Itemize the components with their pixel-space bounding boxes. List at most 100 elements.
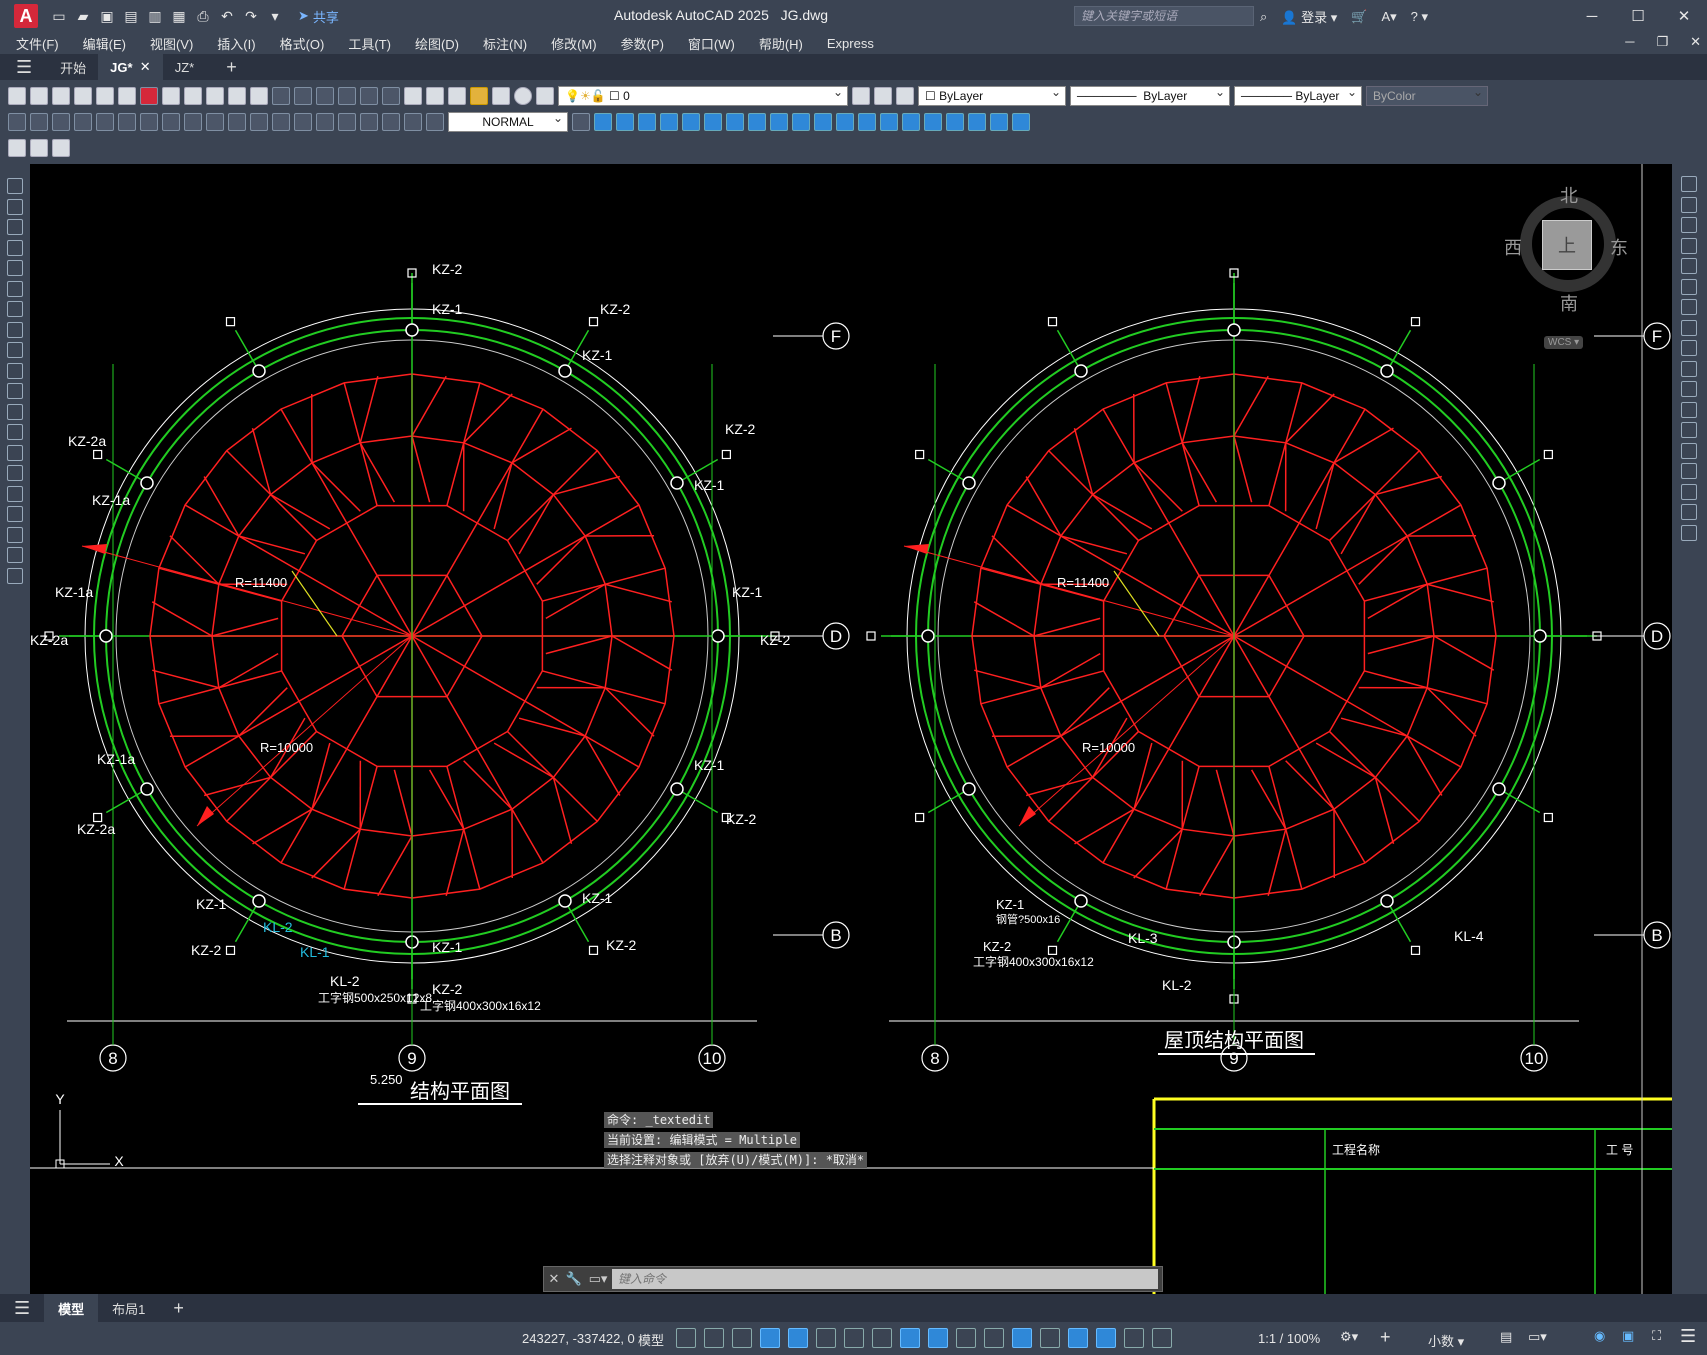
viewcube-north[interactable]: 北 (1560, 182, 1578, 208)
explode-icon[interactable] (1681, 524, 1697, 541)
dim-linear-icon[interactable] (8, 113, 26, 131)
modify-5-icon[interactable] (682, 113, 700, 131)
new-tab-icon[interactable]: + (214, 54, 249, 80)
preview-icon[interactable] (96, 87, 114, 105)
modify-17-icon[interactable] (946, 113, 964, 131)
customize-qat-icon[interactable]: ▾ (266, 7, 284, 25)
polyline-icon[interactable] (7, 198, 23, 215)
dim-edit-icon[interactable] (382, 113, 400, 131)
new-file-icon[interactable]: ▭ (50, 7, 68, 25)
extend-icon[interactable] (1681, 381, 1697, 397)
add-selected-icon[interactable] (7, 567, 23, 584)
menu-express[interactable]: Express (827, 36, 886, 51)
dynamic-input-icon[interactable] (760, 1328, 780, 1348)
mirror-icon[interactable] (1681, 217, 1697, 233)
design-center-icon[interactable] (426, 87, 444, 105)
doc-minimize-icon[interactable]: ─ (1625, 34, 1634, 50)
dim-text-edit-icon[interactable] (404, 113, 422, 131)
command-customize-icon[interactable]: 🔧 (564, 1271, 584, 1287)
region-icon[interactable] (7, 506, 23, 522)
menu-file[interactable]: 文件(F) (16, 34, 71, 53)
search-input[interactable]: 键入关键字或短语 (1074, 6, 1254, 26)
zoom-window-icon[interactable] (360, 87, 378, 105)
drawing-canvas[interactable]: F F D D B B 8 9 10 8 9 10 KZ-2 KZ-1 KZ-2 KZ-1 KZ-2 KZ-1 KZ… (30, 164, 1672, 1294)
undo-tb-icon[interactable] (272, 87, 290, 105)
object-tracking-icon[interactable] (872, 1328, 892, 1348)
open-web-icon[interactable]: ▥ (146, 7, 164, 25)
linetype-dropdown[interactable]: ─────── ByLayer (1070, 85, 1230, 106)
modify-19-icon[interactable] (990, 113, 1008, 131)
menu-format[interactable]: 格式(O) (280, 34, 337, 53)
help-icon[interactable]: ? ▾ (1411, 9, 1428, 25)
rectangle-icon[interactable] (7, 260, 23, 276)
auto-scale-icon[interactable] (1152, 1328, 1172, 1348)
save-tb-icon[interactable] (52, 87, 70, 105)
move-icon[interactable] (1681, 278, 1697, 295)
help-tb-icon[interactable] (514, 87, 532, 105)
autocad-logo-icon[interactable]: A (14, 4, 38, 28)
polar-icon[interactable] (816, 1328, 836, 1348)
modify-15-icon[interactable] (902, 113, 920, 131)
modify-14-icon[interactable] (880, 113, 898, 131)
doc-restore-icon[interactable]: ❐ (1656, 34, 1668, 50)
selection-filter-icon[interactable] (1068, 1328, 1088, 1348)
share-button[interactable]: ➤ 共享 (298, 7, 339, 26)
viewcube-east[interactable]: 东 (1610, 234, 1628, 260)
command-input[interactable] (612, 1269, 1158, 1289)
calculator-icon[interactable] (492, 87, 510, 105)
pdf-icon[interactable] (140, 87, 158, 105)
viewcube-west[interactable]: 西 (1504, 234, 1522, 260)
undo-icon[interactable]: ↶ (218, 7, 236, 25)
erase-icon[interactable] (1681, 176, 1697, 192)
layer-state-icon[interactable] (896, 87, 914, 105)
command-recent-icon[interactable]: ▭▾ (584, 1271, 612, 1287)
dim-angular-icon[interactable] (162, 113, 180, 131)
layout-menu-icon[interactable]: ☰ (0, 1294, 44, 1322)
plot-tb-icon[interactable] (74, 87, 92, 105)
menu-parametric[interactable]: 参数(P) (621, 34, 676, 53)
center-mark-icon[interactable] (316, 113, 334, 131)
save-icon[interactable]: ▣ (98, 7, 116, 25)
lock-ui-icon[interactable]: ▭▾ (1528, 1329, 1547, 1345)
cart-icon[interactable]: 🛒 (1351, 9, 1367, 25)
rotate-icon[interactable] (1681, 299, 1697, 315)
paste-icon[interactable] (206, 87, 224, 105)
sheet-set-icon[interactable] (470, 87, 488, 105)
table-icon[interactable] (7, 526, 23, 543)
point-icon[interactable] (7, 444, 23, 461)
command-close-icon[interactable]: ✕ (544, 1271, 564, 1287)
layer-dropdown[interactable]: 💡☀🔓 ☐ 0 (558, 85, 848, 106)
fillet-icon[interactable] (1681, 483, 1697, 500)
menu-insert[interactable]: 插入(I) (217, 34, 267, 53)
plot-icon[interactable]: ⎙ (194, 7, 212, 25)
ortho-icon[interactable] (788, 1328, 808, 1348)
tool-palettes-icon[interactable] (448, 87, 466, 105)
dim-jogged-icon[interactable] (118, 113, 136, 131)
pan-icon[interactable] (316, 87, 334, 105)
chamfer-icon[interactable] (1681, 463, 1697, 479)
clean-screen-icon[interactable]: ⛶ (1652, 1328, 1661, 1344)
spline-icon[interactable] (7, 342, 23, 358)
save-as-icon[interactable]: ▤ (122, 7, 140, 25)
plotstyle-dropdown[interactable]: ByColor (1366, 85, 1488, 106)
dim-break-icon[interactable] (272, 113, 290, 131)
grid-icon[interactable] (676, 1328, 696, 1348)
array-icon[interactable] (1681, 258, 1697, 274)
menu-tools[interactable]: 工具(T) (348, 34, 403, 53)
line-icon[interactable] (7, 178, 23, 194)
trim-icon[interactable] (1681, 360, 1697, 377)
tab-jz[interactable]: JZ* (163, 54, 207, 80)
drawing-svg[interactable]: F FD DB B8 9 10 8 9 10KZ-2KZ-1 KZ-2KZ-1KZ-2KZ-1KZ… (30, 164, 1672, 1294)
offset-icon[interactable] (1681, 237, 1697, 254)
viewcube[interactable]: 上 北 南 东 西 WCS ▾ (1504, 182, 1630, 349)
mtext-icon[interactable] (7, 547, 23, 563)
modify-1-icon[interactable] (594, 113, 612, 131)
menu-modify[interactable]: 修改(M) (551, 34, 609, 53)
annotation-visibility-icon[interactable] (1124, 1328, 1144, 1348)
menu-help[interactable]: 帮助(H) (759, 34, 815, 53)
match-prop-icon[interactable] (228, 87, 246, 105)
open-folder-icon[interactable]: ▰ (74, 7, 92, 25)
gradient-icon[interactable] (7, 485, 23, 502)
menu-hamburger-icon[interactable]: ☰ (0, 54, 48, 80)
quick-properties-icon[interactable]: ▤ (1500, 1329, 1512, 1345)
